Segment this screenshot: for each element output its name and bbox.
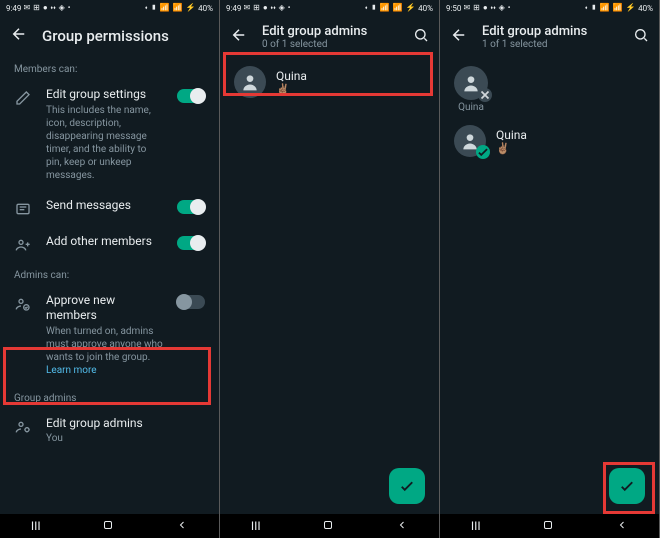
edit-settings-toggle[interactable] xyxy=(177,89,205,103)
page-title: Group permissions xyxy=(42,27,209,45)
navbar: III xyxy=(440,514,659,538)
navbar: III xyxy=(220,514,439,538)
contact-row[interactable]: Quina ✌🏽 xyxy=(440,117,659,165)
navbar: III xyxy=(0,514,219,538)
app-header: Edit group admins 1 of 1 selected xyxy=(440,16,659,58)
pencil-icon xyxy=(14,89,32,107)
approve-title: Approve new members xyxy=(46,293,163,324)
approve-toggle[interactable] xyxy=(177,295,205,309)
search-icon[interactable] xyxy=(413,27,429,47)
message-icon xyxy=(14,200,32,218)
page-title: Edit group admins xyxy=(262,24,399,39)
nav-home[interactable] xyxy=(542,519,554,534)
status-icons-right: ⬪ ▮ 📶 📶 ⚡ xyxy=(145,3,196,13)
status-bar: 9:49 ✉ ⊞ ● ⬪⬪ ◈ • ⬪ ▮ 📶 📶 ⚡ 40% xyxy=(220,0,439,16)
back-icon[interactable] xyxy=(10,25,28,47)
approve-desc: When turned on, admins must approve anyo… xyxy=(46,326,163,363)
add-members-toggle[interactable] xyxy=(177,236,205,250)
app-header: Group permissions xyxy=(0,16,219,56)
content: Members can: Edit group settings This in… xyxy=(0,56,219,514)
status-time: 9:49 xyxy=(6,4,21,13)
contact-name: Quina xyxy=(276,69,307,83)
avatar xyxy=(234,66,266,98)
page-title: Edit group admins xyxy=(482,24,619,39)
status-icons-left: ✉ ⊞ ● ⬪⬪ ◈ • xyxy=(23,3,71,13)
send-messages-toggle[interactable] xyxy=(177,200,205,214)
learn-more-link[interactable]: Learn more xyxy=(46,365,97,376)
add-members-title: Add other members xyxy=(46,234,163,250)
nav-recents[interactable]: III xyxy=(471,519,481,533)
nav-home[interactable] xyxy=(102,519,114,534)
back-icon[interactable] xyxy=(450,26,468,48)
status-icons-right: ⬪ ▮ 📶 📶 ⚡ xyxy=(585,3,636,13)
screen-group-permissions: 9:49 ✉ ⊞ ● ⬪⬪ ◈ • ⬪ ▮ 📶 📶 ⚡ 40% Group pe… xyxy=(0,0,219,538)
avatar xyxy=(454,125,486,157)
status-icons-left: ✉ ⊞ ● ⬪⬪ ◈ • xyxy=(463,3,511,13)
status-time: 9:49 xyxy=(226,4,241,13)
screen-edit-admins-unselected: 9:49 ✉ ⊞ ● ⬪⬪ ◈ • ⬪ ▮ 📶 📶 ⚡ 40% Edit gro… xyxy=(220,0,439,538)
status-battery: 40% xyxy=(638,4,653,13)
contact-status: ✌🏽 xyxy=(496,142,527,155)
selected-chips: Quina xyxy=(440,58,659,117)
contact-row[interactable]: Quina ✌🏽 xyxy=(220,58,439,106)
page-subtitle: 1 of 1 selected xyxy=(482,39,619,50)
admins-icon xyxy=(14,418,32,436)
person-add-icon xyxy=(14,236,32,254)
confirm-fab[interactable] xyxy=(609,468,645,504)
members-can-label: Members can: xyxy=(0,56,219,79)
edit-admins-row[interactable]: Edit group admins You xyxy=(0,408,219,454)
admins-can-label: Admins can: xyxy=(0,262,219,285)
status-battery: 40% xyxy=(198,4,213,13)
nav-back[interactable] xyxy=(396,519,408,534)
edit-admins-sub: You xyxy=(46,432,205,445)
selected-chip[interactable]: Quina xyxy=(454,66,488,113)
confirm-fab[interactable] xyxy=(389,468,425,504)
edit-settings-desc: This includes the name, icon, descriptio… xyxy=(46,104,163,182)
add-members-row[interactable]: Add other members xyxy=(0,226,219,262)
screen-edit-admins-selected: 9:50 ✉ ⊞ ● ⬪⬪ ◈ • ⬪ ▮ 📶 📶 ⚡ 40% Edit gro… xyxy=(440,0,659,538)
nav-back[interactable] xyxy=(616,519,628,534)
search-icon[interactable] xyxy=(633,27,649,47)
status-icons-left: ✉ ⊞ ● ⬪⬪ ◈ • xyxy=(243,3,291,13)
edit-group-settings-row[interactable]: Edit group settings This includes the na… xyxy=(0,79,219,190)
status-time: 9:50 xyxy=(446,4,461,13)
nav-recents[interactable]: III xyxy=(31,519,41,533)
status-bar: 9:49 ✉ ⊞ ● ⬪⬪ ◈ • ⬪ ▮ 📶 📶 ⚡ 40% xyxy=(0,0,219,16)
remove-icon[interactable] xyxy=(478,88,492,102)
status-bar: 9:50 ✉ ⊞ ● ⬪⬪ ◈ • ⬪ ▮ 📶 📶 ⚡ 40% xyxy=(440,0,659,16)
back-icon[interactable] xyxy=(230,26,248,48)
nav-back[interactable] xyxy=(176,519,188,534)
check-icon xyxy=(476,145,490,159)
avatar xyxy=(454,66,488,100)
edit-settings-title: Edit group settings xyxy=(46,87,163,103)
app-header: Edit group admins 0 of 1 selected xyxy=(220,16,439,58)
contact-status: ✌🏽 xyxy=(276,83,307,96)
group-admins-label: Group admins xyxy=(0,385,219,408)
nav-recents[interactable]: III xyxy=(251,519,261,533)
edit-admins-title: Edit group admins xyxy=(46,416,205,432)
page-subtitle: 0 of 1 selected xyxy=(262,39,399,50)
contact-name: Quina xyxy=(496,128,527,142)
send-messages-title: Send messages xyxy=(46,198,163,214)
send-messages-row[interactable]: Send messages xyxy=(0,190,219,226)
status-battery: 40% xyxy=(418,4,433,13)
nav-home[interactable] xyxy=(322,519,334,534)
approve-members-row[interactable]: Approve new members When turned on, admi… xyxy=(0,285,219,385)
approve-icon xyxy=(14,295,32,313)
status-icons-right: ⬪ ▮ 📶 📶 ⚡ xyxy=(365,3,416,13)
